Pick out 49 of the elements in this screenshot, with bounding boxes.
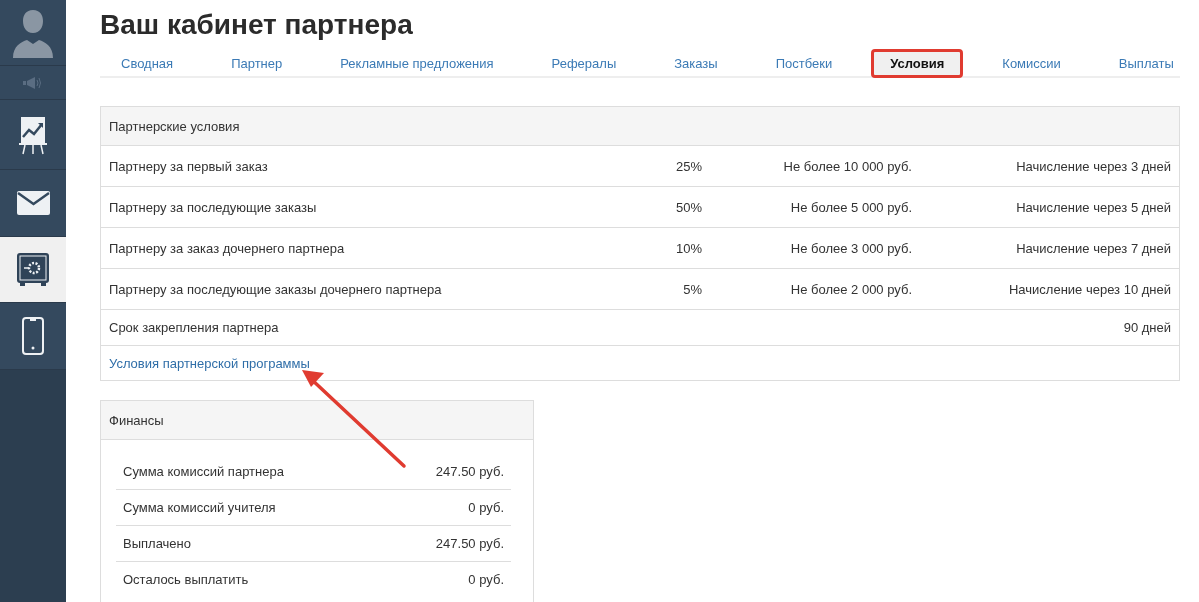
finance-label: Сумма комиссий учителя [123, 500, 276, 515]
term-value: 90 дней [1123, 320, 1171, 335]
sidebar-item[interactable] [0, 170, 66, 237]
panel-title: Партнерские условия [109, 118, 240, 134]
sidebar-item[interactable] [0, 303, 66, 370]
finance-value: 0 руб. [468, 572, 504, 587]
percent-value: 10% [674, 240, 702, 256]
accrual-period: Начисление через 7 дней [1015, 240, 1171, 256]
condition-label: Партнеру за заказ дочернего партнера [109, 240, 346, 256]
tab[interactable]: Постбеки [756, 48, 852, 78]
finance-value: 0 руб. [468, 500, 504, 515]
accrual-period: Начисление через 10 дней [1007, 281, 1171, 297]
condition-label: Партнеру за первый заказ [109, 158, 269, 174]
limit-value: Не более 2 000 руб. [789, 281, 912, 297]
tab[interactable]: Комиссии [983, 48, 1080, 78]
finance-label: Сумма комиссий партнера [123, 464, 284, 479]
page-title: Ваш кабинет партнера [100, 9, 413, 41]
program-terms-link[interactable]: Условия партнерской программы [109, 355, 310, 371]
mail-icon [16, 191, 50, 215]
finance-value: 247.50 руб. [435, 536, 504, 551]
accrual-period: Начисление через 5 дней [1015, 199, 1171, 215]
finance-label: Осталось выплатить [123, 572, 249, 587]
condition-label: Срок закрепления партнера [109, 320, 279, 335]
safe-icon [17, 253, 49, 286]
accrual-period: Начисление через 3 дней [1015, 158, 1171, 174]
percent-value: 5% [682, 281, 702, 297]
speaker-icon [22, 75, 44, 90]
condition-label: Партнеру за последующие заказы дочернего партнера [109, 281, 443, 297]
tab[interactable]: Сводная [102, 48, 193, 78]
tab[interactable]: Партнер [212, 48, 302, 78]
sidebar-item[interactable] [0, 237, 66, 303]
phone-icon [22, 317, 44, 355]
tab[interactable]: Выплаты [1099, 48, 1193, 78]
chart-board-icon [19, 114, 47, 155]
limit-value: Не более 10 000 руб. [782, 158, 912, 174]
percent-value: 50% [674, 199, 702, 215]
finance-label: Выплачено [123, 536, 191, 551]
limit-value: Не более 3 000 руб. [789, 240, 912, 256]
sidebar-item[interactable] [0, 100, 66, 170]
tab[interactable]: Рефералы [532, 48, 636, 78]
limit-value: Не более 5 000 руб. [789, 199, 912, 215]
percent-value: 25% [674, 158, 702, 174]
tab[interactable]: Условия [871, 48, 964, 78]
tab[interactable]: Рекламные предложения [321, 48, 513, 78]
condition-label: Партнеру за последующие заказы [109, 199, 318, 215]
finance-value: 247.50 руб. [435, 464, 504, 479]
avatar-icon [11, 7, 55, 58]
panel-title: Финансы [109, 412, 164, 428]
tab[interactable]: Заказы [655, 48, 737, 78]
